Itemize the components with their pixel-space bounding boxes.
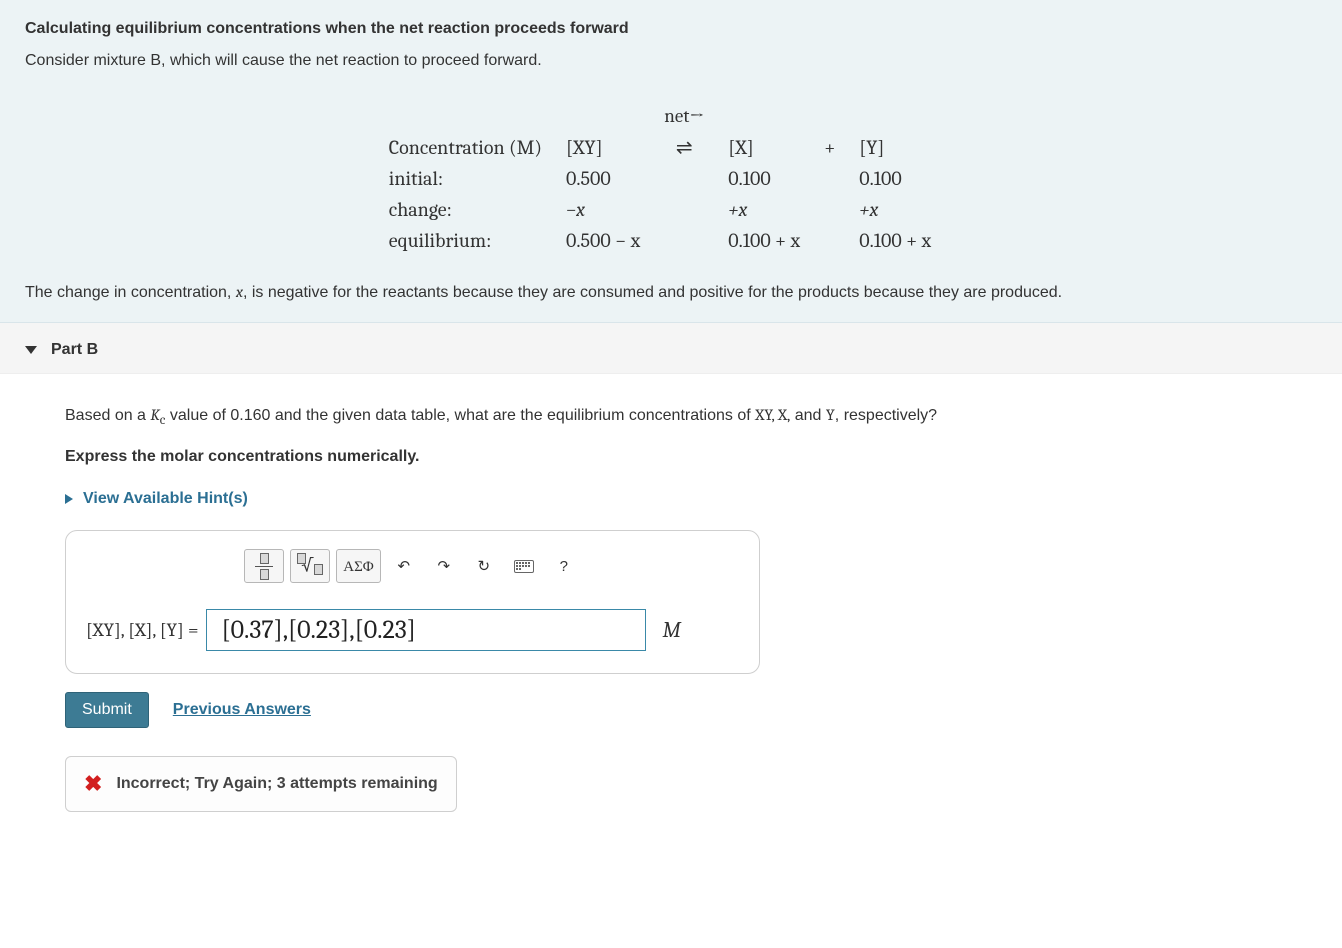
answer-input-wrapper[interactable] xyxy=(206,609,646,651)
help-button[interactable]: ? xyxy=(547,549,581,583)
kc-symbol: K xyxy=(150,406,159,424)
answer-unit: M xyxy=(662,617,680,643)
footnote-text: The change in concentration, xyxy=(25,284,236,301)
ice-cell: 0.100 + x xyxy=(859,229,931,252)
question-species: XY, X, xyxy=(755,406,790,424)
ice-cell: 0.500 xyxy=(566,167,611,190)
question-fragment: Based on a xyxy=(65,407,150,424)
ice-header-conc: Concentration (M) xyxy=(389,136,542,159)
ice-table: net→ Concentration (M) [XY] ⇌ [X] + [Y] … xyxy=(25,100,1317,257)
footnote-text: , is negative for the reactants because … xyxy=(243,284,1062,301)
ice-cell: 0.500 − x xyxy=(566,229,640,252)
net-direction-label: net→ xyxy=(664,105,704,127)
undo-button[interactable]: ↶ xyxy=(387,549,421,583)
placeholder-box-icon xyxy=(260,569,269,580)
answer-frame: √ ΑΣΦ ↶ ↷ ↻ xyxy=(65,530,760,674)
answer-input[interactable] xyxy=(219,614,633,646)
equation-toolbar: √ ΑΣΦ ↶ ↷ ↻ xyxy=(244,549,581,583)
ice-row-label: change: xyxy=(389,198,452,221)
ice-cell: +x xyxy=(859,198,878,221)
nth-root-button[interactable]: √ xyxy=(290,549,330,583)
ice-cell: −x xyxy=(566,198,585,221)
ice-cell: +x xyxy=(728,198,747,221)
intro-panel: Calculating equilibrium concentrations w… xyxy=(0,0,1342,323)
ice-cell: 0.100 xyxy=(728,167,770,190)
question-fragment: , respectively? xyxy=(835,407,937,424)
part-title: Part B xyxy=(51,341,98,359)
submit-button[interactable]: Submit xyxy=(65,692,149,728)
ice-cell: 0.100 xyxy=(859,167,901,190)
radical-icon: √ xyxy=(301,555,313,576)
fraction-button[interactable] xyxy=(244,549,284,583)
intro-footnote: The change in concentration, x, is negat… xyxy=(25,282,1317,304)
question-species: Y xyxy=(826,406,835,424)
undo-icon: ↶ xyxy=(397,557,410,575)
question-text: Based on a Kc value of 0.160 and the giv… xyxy=(65,404,1317,431)
answer-instruction: Express the molar concentrations numeric… xyxy=(65,448,1317,466)
feedback-text: Incorrect; Try Again; 3 attempts remaini… xyxy=(116,775,437,793)
ice-header-xy: [XY] xyxy=(566,136,603,159)
question-fragment: value of 0.160 and the given data table,… xyxy=(165,407,755,424)
hints-toggle[interactable]: View Available Hint(s) xyxy=(65,490,1317,508)
reset-button[interactable]: ↻ xyxy=(467,549,501,583)
ice-cell: 0.100 + x xyxy=(728,229,800,252)
greek-letters-button[interactable]: ΑΣΦ xyxy=(336,549,381,583)
intro-title: Calculating equilibrium concentrations w… xyxy=(25,20,1317,38)
feedback-box: ✖ Incorrect; Try Again; 3 attempts remai… xyxy=(65,756,457,812)
placeholder-box-icon xyxy=(314,564,323,575)
ice-header-y: [Y] xyxy=(859,136,884,159)
help-icon: ? xyxy=(560,558,568,575)
intro-subtitle: Consider mixture B, which will cause the… xyxy=(25,52,1317,70)
keyboard-button[interactable] xyxy=(507,549,541,583)
plus-icon: + xyxy=(824,136,835,159)
previous-answers-link[interactable]: Previous Answers xyxy=(173,701,311,719)
placeholder-box-icon xyxy=(260,553,269,564)
keyboard-icon xyxy=(514,560,534,573)
footnote-var: x xyxy=(236,283,243,301)
hints-label: View Available Hint(s) xyxy=(83,490,248,508)
redo-icon: ↷ xyxy=(437,557,450,575)
ice-row-equilibrium: equilibrium: 0.500 − x 0.100 + x 0.100 +… xyxy=(389,226,953,255)
ice-header-x: [X] xyxy=(728,136,753,159)
redo-button[interactable]: ↷ xyxy=(427,549,461,583)
answer-lhs-label: [XY], [X], [Y] = xyxy=(86,619,198,641)
question-fragment: and xyxy=(790,407,826,424)
part-header[interactable]: Part B xyxy=(0,323,1342,374)
ice-row-label: equilibrium: xyxy=(389,229,492,252)
ice-row-label: initial: xyxy=(389,167,443,190)
chevron-down-icon xyxy=(25,346,37,354)
part-body: Based on a Kc value of 0.160 and the giv… xyxy=(0,374,1342,843)
greek-label: ΑΣΦ xyxy=(343,557,374,576)
incorrect-icon: ✖ xyxy=(84,771,102,797)
ice-row-initial: initial: 0.500 0.100 0.100 xyxy=(389,164,953,193)
reset-icon: ↻ xyxy=(477,557,490,575)
chevron-right-icon xyxy=(65,494,73,504)
ice-row-change: change: −x +x +x xyxy=(389,195,953,224)
equilibrium-arrow-icon: ⇌ xyxy=(676,136,693,159)
